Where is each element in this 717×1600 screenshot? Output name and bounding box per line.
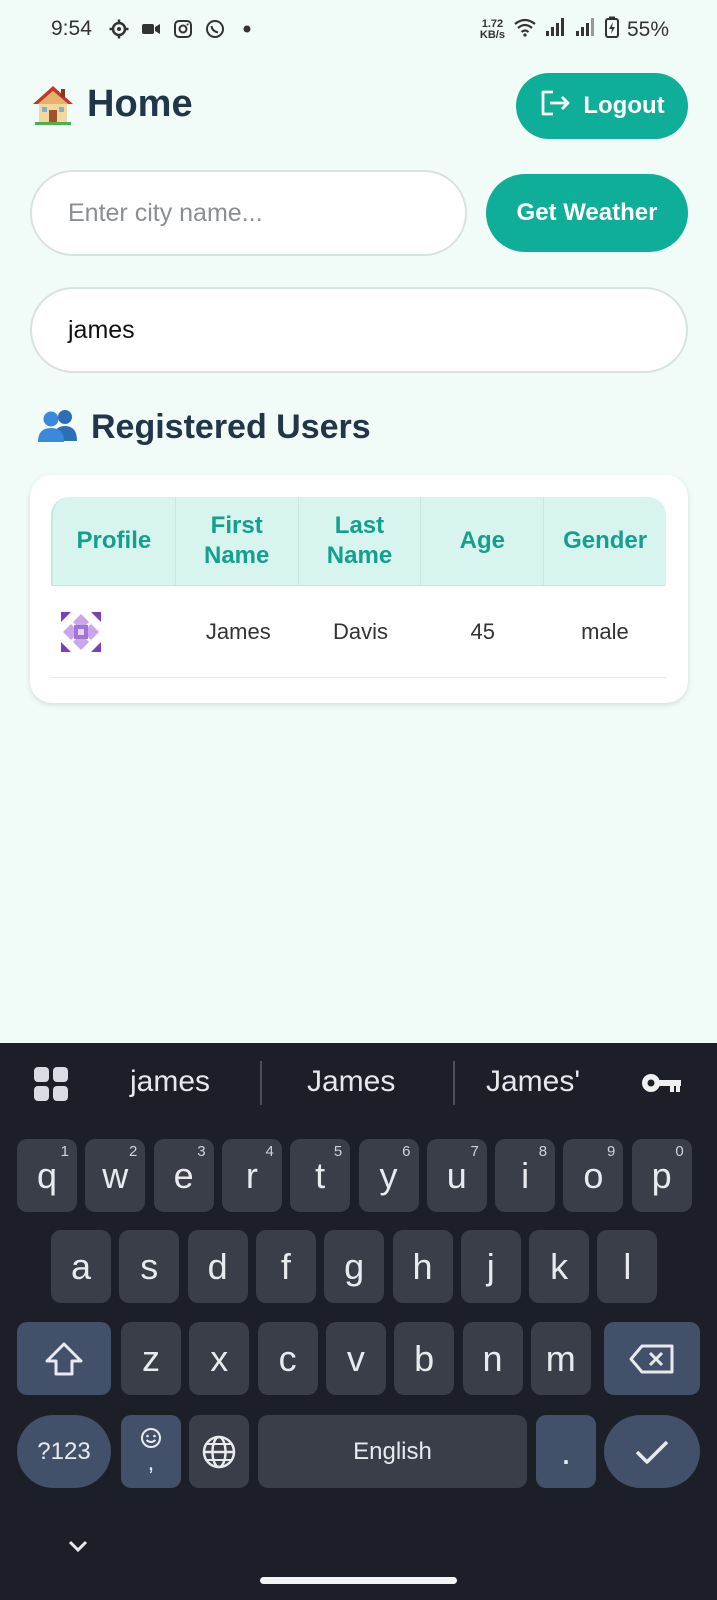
- users-icon: [37, 408, 79, 447]
- battery-percent: 55%: [626, 17, 669, 41]
- status-bar: 9:54 1.72 KB/s 55%: [0, 0, 717, 60]
- cell-last-name: Davis: [333, 618, 389, 644]
- soft-keyboard: james James James' ?123 , English . q1w2…: [0, 1043, 717, 1600]
- city-input[interactable]: Enter city name...: [30, 170, 467, 256]
- settings-icon: [108, 18, 130, 40]
- logout-label: Logout: [583, 92, 665, 119]
- table-row[interactable]: James Davis 45 male: [51, 586, 666, 678]
- space-key[interactable]: English: [258, 1415, 527, 1488]
- dot-icon: [236, 18, 258, 40]
- key-g[interactable]: g: [324, 1230, 385, 1303]
- checkmark-icon: [635, 1440, 669, 1464]
- users-table-card: Profile FirstName LastName Age Gender: [30, 475, 688, 703]
- column-header-first-name: First Name: [176, 497, 299, 585]
- network-speed: 1.72 KB/s: [479, 17, 505, 41]
- signal-icon: [545, 17, 567, 42]
- column-header-gender: Gender: [563, 527, 648, 554]
- language-key[interactable]: [189, 1415, 249, 1488]
- key-t[interactable]: t5: [290, 1139, 351, 1212]
- key-p[interactable]: p0: [631, 1139, 692, 1212]
- shift-icon: [45, 1342, 83, 1375]
- key-e[interactable]: e3: [153, 1139, 214, 1212]
- search-value: james: [68, 315, 135, 344]
- shift-key[interactable]: [17, 1322, 111, 1395]
- avatar: [51, 586, 177, 677]
- symbols-key[interactable]: ?123: [17, 1415, 111, 1488]
- apps-grid-icon[interactable]: [33, 1066, 69, 1107]
- cell-age: 45: [470, 618, 495, 644]
- suggestion-1[interactable]: james: [130, 1065, 210, 1099]
- password-key-icon[interactable]: [640, 1071, 682, 1100]
- cell-first-name: James: [205, 618, 271, 644]
- comma-label: ,: [147, 1448, 155, 1476]
- key-v[interactable]: v: [325, 1322, 386, 1395]
- key-n[interactable]: n: [462, 1322, 523, 1395]
- key-m[interactable]: m: [530, 1322, 591, 1395]
- key-f[interactable]: f: [255, 1230, 316, 1303]
- get-weather-button[interactable]: Get Weather: [486, 174, 688, 252]
- emoji-comma-key[interactable]: ,: [121, 1415, 181, 1488]
- signal-icon: [575, 17, 597, 42]
- logout-icon: [539, 89, 571, 124]
- period-key[interactable]: .: [536, 1415, 596, 1488]
- video-icon: [140, 18, 162, 40]
- section-title: Registered Users: [91, 408, 371, 446]
- key-a[interactable]: a: [51, 1230, 111, 1303]
- page-title: Home: [87, 82, 193, 125]
- logout-button[interactable]: Logout: [516, 73, 688, 139]
- key-j[interactable]: j: [460, 1230, 521, 1303]
- globe-icon: [202, 1435, 236, 1468]
- home-gesture-bar[interactable]: [260, 1577, 457, 1584]
- key-l[interactable]: l: [597, 1230, 658, 1303]
- suggestion-divider: [453, 1061, 455, 1105]
- key-o[interactable]: o9: [563, 1139, 624, 1212]
- key-x[interactable]: x: [189, 1322, 250, 1395]
- cell-gender: male: [581, 618, 629, 644]
- key-k[interactable]: k: [529, 1230, 590, 1303]
- key-r[interactable]: r4: [221, 1139, 282, 1212]
- key-u[interactable]: u7: [426, 1139, 487, 1212]
- users-section-header: Registered Users: [37, 408, 371, 447]
- suggestion-3[interactable]: James': [486, 1065, 580, 1099]
- suggestion-divider: [260, 1061, 262, 1105]
- city-placeholder: Enter city name...: [68, 198, 263, 227]
- column-header-profile: Profile: [53, 497, 176, 585]
- backspace-key[interactable]: [604, 1322, 700, 1395]
- key-w[interactable]: w2: [85, 1139, 146, 1212]
- hide-keyboard-chevron-icon[interactable]: [66, 1538, 90, 1559]
- suggestion-strip: james James James': [0, 1043, 717, 1123]
- instagram-icon: [172, 18, 194, 40]
- emoji-icon: [141, 1427, 161, 1448]
- key-z[interactable]: z: [121, 1322, 181, 1395]
- column-header-age: Age: [421, 497, 545, 585]
- table-header: Profile First Name Last Name Age Gender: [51, 497, 666, 586]
- backspace-icon: [629, 1344, 674, 1373]
- done-key[interactable]: [604, 1415, 700, 1488]
- battery-icon: [604, 16, 619, 43]
- column-header-last-name: Last Name: [299, 497, 422, 585]
- key-i[interactable]: i8: [495, 1139, 556, 1212]
- key-b[interactable]: b: [394, 1322, 455, 1395]
- key-q[interactable]: q1: [17, 1139, 77, 1212]
- key-y[interactable]: y6: [358, 1139, 419, 1212]
- whatsapp-icon: [204, 18, 226, 40]
- key-c[interactable]: c: [257, 1322, 318, 1395]
- page-header: Home: [31, 82, 193, 126]
- key-s[interactable]: s: [119, 1230, 180, 1303]
- suggestion-2[interactable]: James: [307, 1065, 395, 1099]
- user-search-input[interactable]: james: [30, 287, 688, 373]
- house-icon: [31, 82, 75, 126]
- wifi-icon: [513, 17, 537, 42]
- status-time: 9:54: [51, 17, 92, 40]
- key-d[interactable]: d: [187, 1230, 248, 1303]
- key-h[interactable]: h: [392, 1230, 453, 1303]
